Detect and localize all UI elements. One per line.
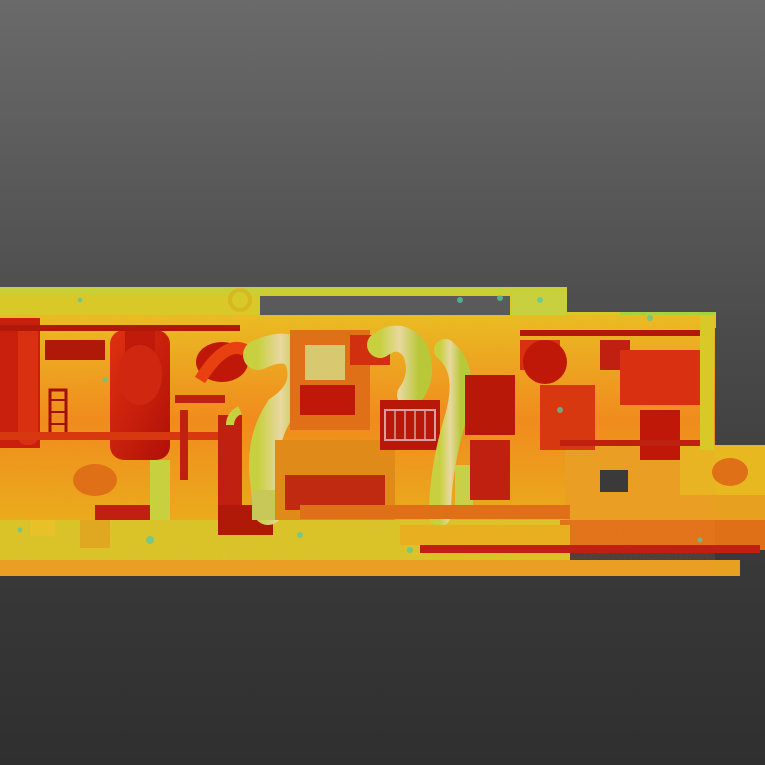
- viewer-viewport[interactable]: [0, 0, 765, 765]
- point-cloud-scan: [0, 287, 765, 576]
